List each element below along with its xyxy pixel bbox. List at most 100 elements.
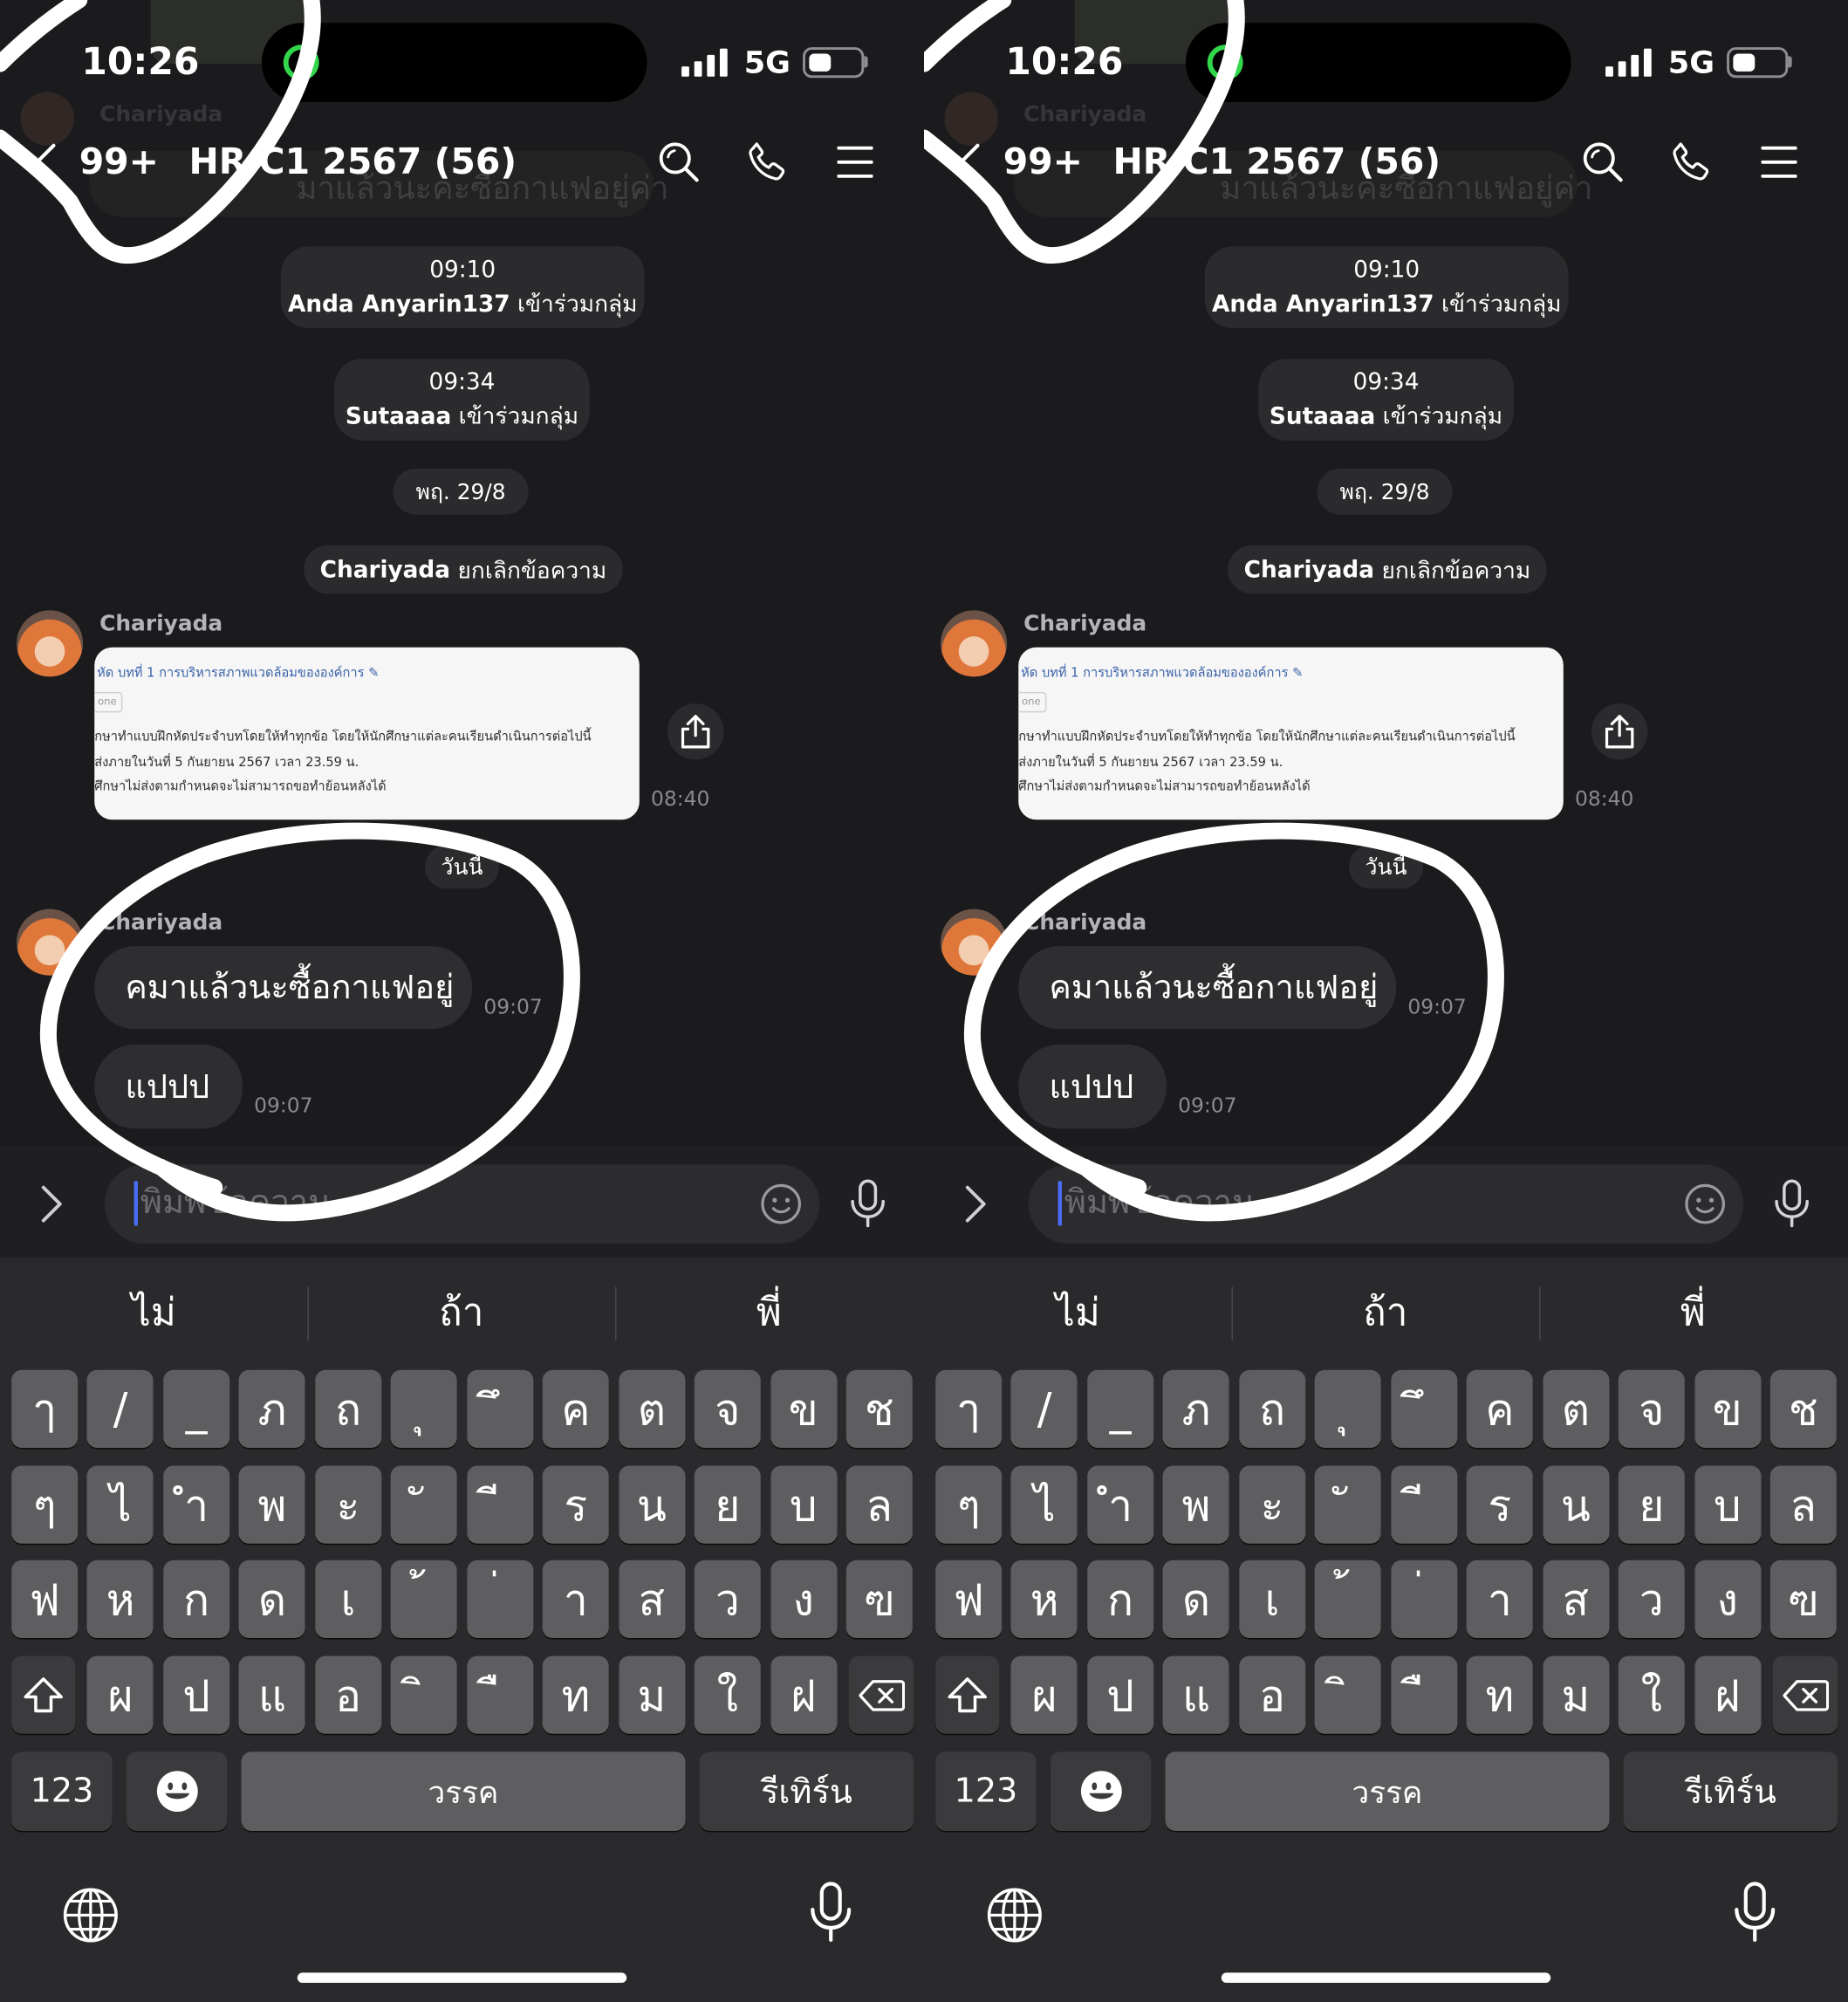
keyboard-key[interactable]: บ bbox=[770, 1465, 837, 1544]
keyboard-key[interactable]: ถ bbox=[314, 1369, 382, 1449]
chat-title[interactable]: HR C1 2567 (56) bbox=[188, 141, 517, 184]
keyboard-key[interactable]: ว bbox=[694, 1560, 761, 1639]
keyboard-key[interactable]: ต bbox=[618, 1369, 685, 1449]
keyboard-key[interactable]: ้ bbox=[1314, 1560, 1382, 1639]
space-key[interactable]: วรรค bbox=[1165, 1752, 1610, 1831]
keyboard-key[interactable]: ๆ bbox=[935, 1465, 1003, 1544]
keyboard-key[interactable]: ง bbox=[1694, 1560, 1761, 1639]
keyboard-key[interactable]: ่ bbox=[1390, 1560, 1457, 1639]
dictation-button[interactable] bbox=[1732, 1881, 1778, 1944]
keyboard-key[interactable]: บ bbox=[1694, 1465, 1761, 1544]
keyboard-key[interactable]: แ bbox=[239, 1656, 306, 1734]
keyboard-key[interactable]: ส bbox=[618, 1560, 685, 1639]
keyboard-key[interactable]: ฝ bbox=[770, 1656, 837, 1734]
keyboard-key[interactable]: น bbox=[1542, 1465, 1609, 1544]
share-button[interactable] bbox=[667, 703, 724, 760]
keyboard-key[interactable]: ช bbox=[1769, 1369, 1837, 1449]
keyboard-key[interactable]: ร bbox=[1466, 1465, 1533, 1544]
keyboard-key[interactable]: ่ bbox=[466, 1560, 533, 1639]
shift-key[interactable] bbox=[11, 1656, 76, 1734]
call-button[interactable] bbox=[744, 139, 791, 185]
keyboard-key[interactable]: ึ bbox=[1390, 1369, 1457, 1449]
keyboard-key[interactable]: ะ bbox=[1238, 1465, 1306, 1544]
keyboard-key[interactable]: ไ bbox=[1011, 1465, 1078, 1544]
keyboard-key[interactable]: _ bbox=[163, 1369, 230, 1449]
keyboard-key[interactable]: ้ bbox=[390, 1560, 458, 1639]
keyboard-key[interactable]: ๆ bbox=[11, 1465, 79, 1544]
keyboard-key[interactable]: ึ bbox=[466, 1369, 533, 1449]
keyboard-key[interactable]: / bbox=[87, 1369, 154, 1449]
keyboard-key[interactable]: ำ bbox=[1087, 1465, 1154, 1544]
home-indicator[interactable] bbox=[297, 1972, 627, 1984]
keyboard-key[interactable]: จ bbox=[694, 1369, 761, 1449]
keyboard-key[interactable]: เ bbox=[1238, 1560, 1306, 1639]
avatar[interactable] bbox=[941, 908, 1008, 976]
keyboard-key[interactable]: ภ bbox=[239, 1369, 306, 1449]
keyboard-key[interactable]: ว bbox=[1618, 1560, 1685, 1639]
keyboard-key[interactable]: ๅ bbox=[11, 1369, 79, 1449]
keyboard-key[interactable]: ำ bbox=[163, 1465, 230, 1544]
language-switch-button[interactable] bbox=[985, 1886, 1044, 1944]
avatar[interactable] bbox=[17, 908, 84, 976]
keyboard-key[interactable]: ห bbox=[1011, 1560, 1078, 1639]
keyboard-key[interactable]: ด bbox=[1163, 1560, 1230, 1639]
keyboard-key[interactable]: ข bbox=[1694, 1369, 1761, 1449]
keyboard-key[interactable]: เ bbox=[314, 1560, 382, 1639]
keyboard-key[interactable]: ั bbox=[1314, 1465, 1382, 1544]
keyboard-key[interactable]: า bbox=[542, 1560, 609, 1639]
menu-button[interactable] bbox=[1761, 144, 1797, 180]
avatar[interactable] bbox=[17, 610, 84, 677]
keyboard-key[interactable]: ุ bbox=[390, 1369, 458, 1449]
voice-message-button[interactable] bbox=[849, 1178, 887, 1230]
keyboard-key[interactable]: ไ bbox=[87, 1465, 154, 1544]
message-input[interactable]: พิมพ์ข้อความ bbox=[1028, 1164, 1744, 1244]
keyboard-key[interactable]: อ bbox=[314, 1656, 382, 1734]
keyboard-key[interactable]: ิ bbox=[390, 1656, 458, 1734]
message-bubble[interactable]: คมาแล้วนะซื้อกาแฟอยู่ bbox=[94, 946, 473, 1030]
dictation-button[interactable] bbox=[808, 1881, 854, 1944]
keyboard-key[interactable]: ช bbox=[845, 1369, 913, 1449]
keyboard-key[interactable]: ถ bbox=[1238, 1369, 1306, 1449]
expand-button[interactable] bbox=[962, 1183, 988, 1224]
keyboard-key[interactable]: ค bbox=[1466, 1369, 1533, 1449]
keyboard-key[interactable]: แ bbox=[1163, 1656, 1230, 1734]
keyboard-key[interactable]: ข bbox=[770, 1369, 837, 1449]
keyboard-key[interactable]: ๅ bbox=[935, 1369, 1003, 1449]
message-input[interactable]: พิมพ์ข้อความ bbox=[104, 1164, 820, 1244]
call-button[interactable] bbox=[1668, 139, 1715, 185]
return-key[interactable]: รีเทิร์น bbox=[699, 1752, 914, 1831]
keyboard-key[interactable]: ผ bbox=[1011, 1656, 1078, 1734]
keyboard-key[interactable]: พ bbox=[239, 1465, 306, 1544]
keyboard-key[interactable]: ป bbox=[163, 1656, 230, 1734]
backspace-key[interactable] bbox=[848, 1656, 914, 1734]
keyboard-key[interactable]: ฝ bbox=[1694, 1656, 1761, 1734]
keyboard-key[interactable]: ะ bbox=[314, 1465, 382, 1544]
voice-message-button[interactable] bbox=[1773, 1178, 1811, 1230]
keyboard-key[interactable]: ื bbox=[1390, 1656, 1457, 1734]
numbers-key[interactable]: 123 bbox=[935, 1752, 1037, 1831]
home-indicator[interactable] bbox=[1221, 1972, 1551, 1984]
keyboard-key[interactable]: ย bbox=[1618, 1465, 1685, 1544]
keyboard-key[interactable]: ด bbox=[239, 1560, 306, 1639]
keyboard-key[interactable]: ฃ bbox=[845, 1560, 913, 1639]
keyboard-key[interactable]: พ bbox=[1163, 1465, 1230, 1544]
keyboard-key[interactable]: า bbox=[1466, 1560, 1533, 1639]
keyboard-key[interactable]: ค bbox=[542, 1369, 609, 1449]
keyboard-key[interactable]: ท bbox=[1466, 1656, 1533, 1734]
message-bubble[interactable]: แปปป bbox=[94, 1044, 243, 1129]
keyboard-key[interactable]: ฟ bbox=[11, 1560, 79, 1639]
avatar[interactable] bbox=[941, 610, 1008, 677]
emoji-key[interactable] bbox=[126, 1752, 228, 1831]
keyboard-key[interactable]: ล bbox=[845, 1465, 913, 1544]
space-key[interactable]: วรรค bbox=[241, 1752, 686, 1831]
emoji-key[interactable] bbox=[1050, 1752, 1152, 1831]
keyboard-key[interactable]: ใ bbox=[1618, 1656, 1685, 1734]
search-button[interactable] bbox=[656, 139, 702, 185]
menu-button[interactable] bbox=[837, 144, 873, 180]
keyboard-key[interactable]: ท bbox=[542, 1656, 609, 1734]
keyboard-key[interactable]: ร bbox=[542, 1465, 609, 1544]
keyboard-key[interactable]: ง bbox=[770, 1560, 837, 1639]
keyboard-key[interactable]: ใ bbox=[694, 1656, 761, 1734]
keyboard-key[interactable]: / bbox=[1011, 1369, 1078, 1449]
emoji-button[interactable] bbox=[759, 1183, 803, 1226]
